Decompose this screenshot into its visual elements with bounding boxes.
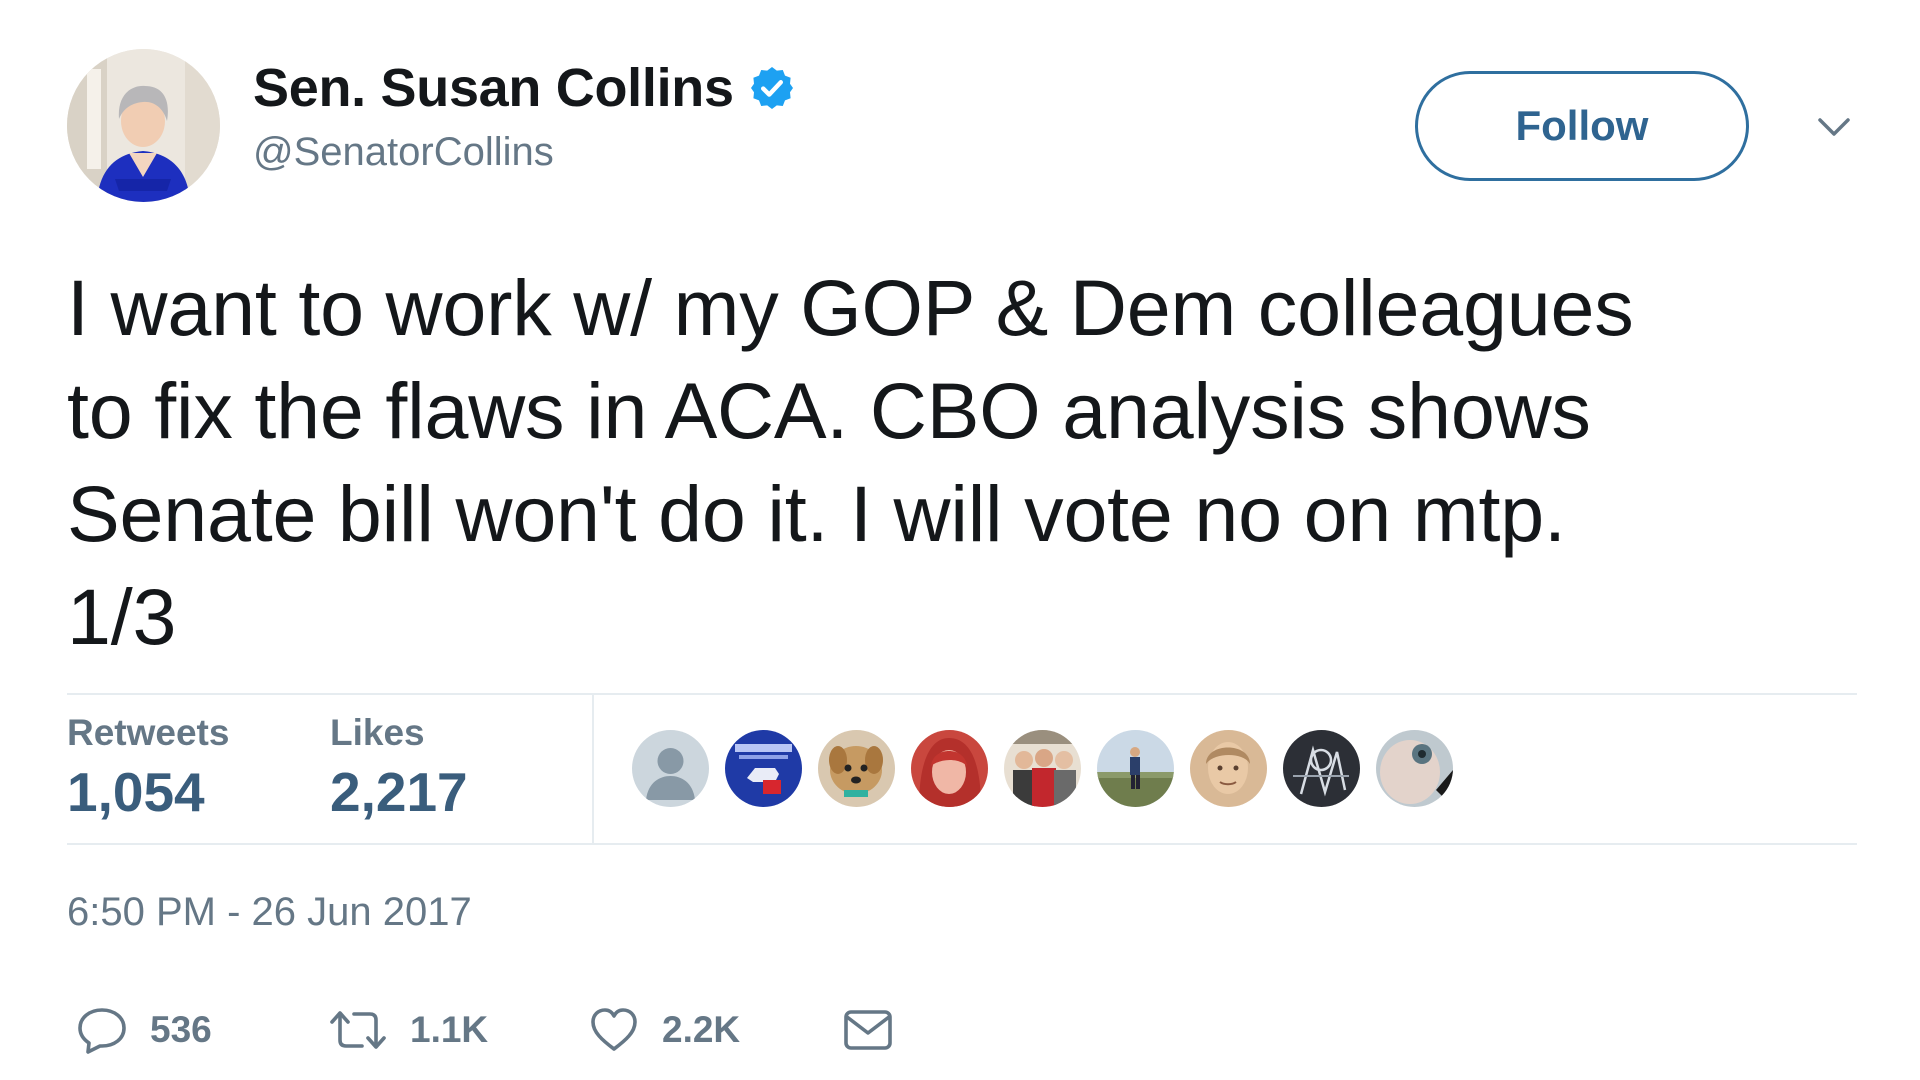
likers-avatars: [632, 730, 1469, 808]
group-photo-avatar[interactable]: [1004, 730, 1081, 807]
reply-button[interactable]: 536: [76, 1000, 212, 1060]
author-avatar[interactable]: [67, 49, 220, 202]
author-display-name[interactable]: Sen. Susan Collins: [253, 57, 734, 119]
retweets-label: Retweets: [67, 712, 230, 753]
reply-count: 536: [150, 1009, 212, 1050]
verified-badge-icon: [750, 67, 793, 109]
author-handle[interactable]: @SenatorCollins: [253, 130, 554, 175]
default-avatar-icon[interactable]: [632, 730, 709, 807]
stats-divider-top: [67, 693, 1857, 695]
like-button[interactable]: 2.2K: [588, 1000, 740, 1060]
stats-separator: [592, 695, 594, 843]
reply-icon: [78, 1008, 126, 1054]
retweet-count: 1.1K: [410, 1009, 489, 1050]
sketch-avatar[interactable]: [1283, 730, 1360, 807]
tweet-text: I want to work w/ my GOP & Dem colleague…: [67, 263, 1634, 661]
direct-message-button[interactable]: [842, 1000, 894, 1060]
retweet-button[interactable]: 1.1K: [328, 1000, 488, 1060]
tweet-card: Sen. Susan Collins @SenatorCollins Follo…: [0, 0, 1920, 1080]
likes-stat[interactable]: Likes 2,217: [330, 712, 468, 824]
chevron-down-icon[interactable]: [1814, 112, 1854, 142]
likes-label: Likes: [330, 712, 425, 753]
stats-divider-bottom: [67, 843, 1857, 845]
envelope-icon: [844, 1010, 892, 1050]
retweet-icon: [330, 1011, 386, 1049]
red-hair-avatar[interactable]: [911, 730, 988, 807]
closeup-avatar[interactable]: [1376, 730, 1453, 807]
author-name-row[interactable]: Sen. Susan Collins: [253, 56, 796, 120]
portrait-avatar[interactable]: [1190, 730, 1267, 807]
tweet-timestamp[interactable]: 6:50 PM - 26 Jun 2017: [67, 890, 472, 935]
heart-icon: [591, 1008, 637, 1051]
like-count: 2.2K: [662, 1009, 741, 1050]
follow-button[interactable]: Follow: [1415, 71, 1749, 181]
field-person-avatar[interactable]: [1097, 730, 1174, 807]
retweets-stat[interactable]: Retweets 1,054: [67, 712, 229, 824]
donkey-logo-avatar[interactable]: [725, 730, 802, 807]
likes-count: 2,217: [330, 761, 468, 823]
retweets-count: 1,054: [67, 761, 205, 823]
dog-avatar[interactable]: [818, 730, 895, 807]
